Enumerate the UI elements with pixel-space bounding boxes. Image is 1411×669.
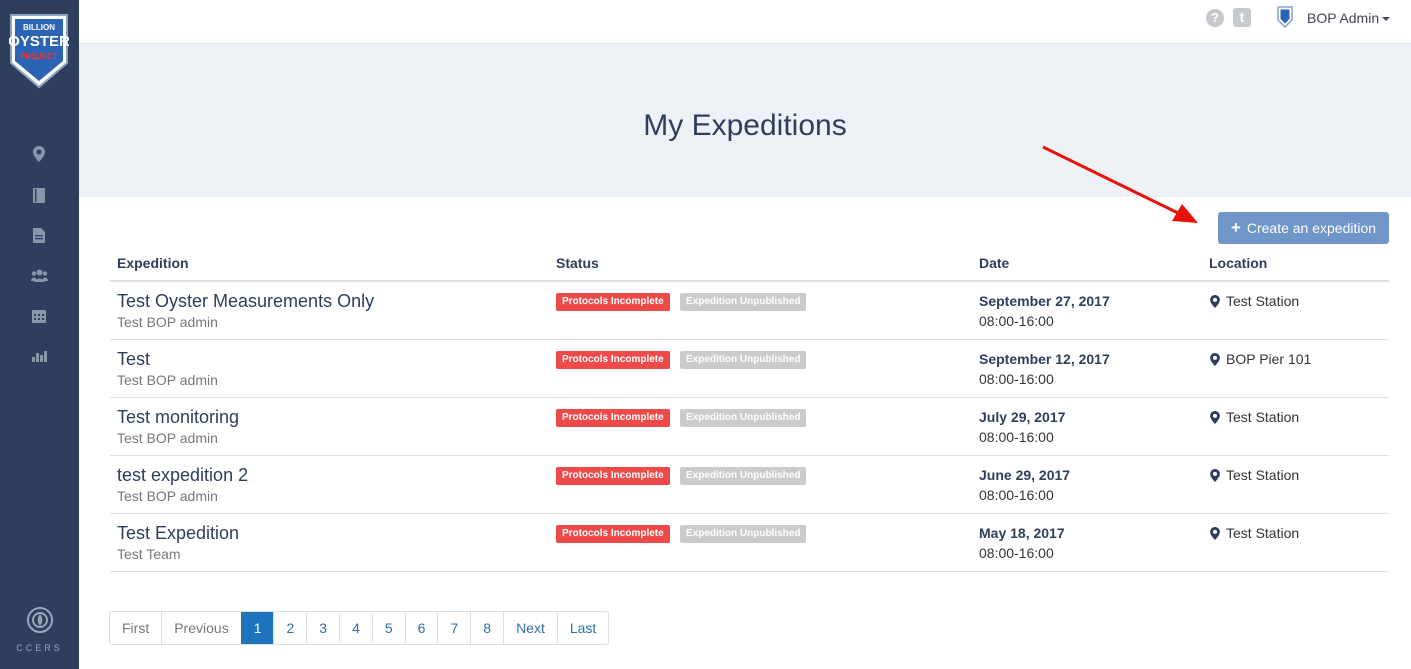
table-header: Expedition Status Date Location <box>110 244 1389 282</box>
status-badge-protocols: Protocols Incomplete <box>556 293 670 311</box>
status-badge-protocols: Protocols Incomplete <box>556 351 670 369</box>
header-date: Date <box>979 255 1010 271</box>
header-location: Location <box>1209 255 1268 271</box>
status-badge-protocols: Protocols Incomplete <box>556 409 670 427</box>
pagination-last[interactable]: Last <box>556 612 608 644</box>
pagination-page-2[interactable]: 2 <box>273 612 306 644</box>
ccers-emblem-icon <box>26 607 53 633</box>
document-icon[interactable] <box>30 226 48 244</box>
ccers-label: CCERS <box>16 643 63 653</box>
user-name: BOP Admin <box>1307 10 1380 26</box>
expedition-name[interactable]: test expedition 2 <box>117 465 248 486</box>
expedition-name[interactable]: Test monitoring <box>117 407 239 428</box>
location-name: Test Station <box>1226 525 1300 541</box>
user-avatar-icon[interactable] <box>1277 6 1293 28</box>
location-name: BOP Pier 101 <box>1226 351 1312 367</box>
user-menu[interactable]: BOP Admin <box>1307 10 1391 26</box>
top-bar: ? t BOP Admin <box>79 0 1411 44</box>
book-icon[interactable] <box>30 186 48 204</box>
map-marker-icon <box>1210 468 1220 482</box>
svg-text:OYSTER: OYSTER <box>9 33 69 50</box>
expedition-name[interactable]: Test Oyster Measurements Only <box>117 291 374 312</box>
pagination-page-3[interactable]: 3 <box>306 612 339 644</box>
annotation-arrow <box>1042 145 1198 223</box>
map-marker-icon <box>1210 410 1220 424</box>
expeditions-table: Expedition Status Date Location Test Oys… <box>110 244 1389 572</box>
users-icon[interactable] <box>30 266 48 284</box>
sidebar: BILLION OYSTER PROJECT CCERS <box>0 0 79 669</box>
expedition-time: 08:00-16:00 <box>979 313 1054 329</box>
expedition-time: 08:00-16:00 <box>979 487 1054 503</box>
status-badge-unpublished: Expedition Unpublished <box>680 525 807 543</box>
svg-text:PROJECT: PROJECT <box>20 52 58 61</box>
caret-down-icon <box>1382 17 1391 22</box>
status-badge-protocols: Protocols Incomplete <box>556 467 670 485</box>
expedition-location: Test Station <box>1210 467 1299 483</box>
pagination-page-7[interactable]: 7 <box>437 612 470 644</box>
expedition-owner: Test BOP admin <box>117 372 218 388</box>
table-row[interactable]: Test Oyster Measurements Only Test BOP a… <box>110 282 1389 340</box>
location-name: Test Station <box>1226 409 1300 425</box>
status-badge-unpublished: Expedition Unpublished <box>680 351 807 369</box>
expedition-time: 08:00-16:00 <box>979 371 1054 387</box>
chart-icon[interactable] <box>30 346 48 364</box>
location-name: Test Station <box>1226 293 1300 309</box>
create-expedition-label: Create an expedition <box>1246 220 1377 236</box>
map-marker-icon <box>1210 352 1220 366</box>
pagination-next[interactable]: Next <box>503 612 557 644</box>
expedition-owner: Test BOP admin <box>117 488 218 504</box>
map-marker-icon <box>1210 526 1220 540</box>
location-name: Test Station <box>1226 467 1300 483</box>
map-marker-icon[interactable] <box>30 145 48 163</box>
table-row[interactable]: Test monitoring Test BOP admin Protocols… <box>110 398 1389 456</box>
pagination-page-8[interactable]: 8 <box>470 612 503 644</box>
status-badge-unpublished: Expedition Unpublished <box>680 467 807 485</box>
pagination-previous[interactable]: Previous <box>161 612 240 644</box>
header-expedition: Expedition <box>117 255 189 271</box>
expedition-time: 08:00-16:00 <box>979 545 1054 561</box>
expedition-owner: Test BOP admin <box>117 314 218 330</box>
page-title: My Expeditions <box>643 109 847 142</box>
page-header: My Expeditions <box>79 44 1411 197</box>
svg-text:BILLION: BILLION <box>23 23 55 32</box>
expedition-date: September 27, 2017 <box>979 293 1110 309</box>
table-row[interactable]: test expedition 2 Test BOP admin Protoco… <box>110 456 1389 514</box>
expedition-date: July 29, 2017 <box>979 409 1066 425</box>
tumblr-icon[interactable]: t <box>1233 8 1251 27</box>
expedition-owner: Test Team <box>117 546 181 562</box>
map-marker-icon <box>1210 294 1220 308</box>
pagination: First Previous 1 2 3 4 5 6 7 8 Next Last <box>109 611 610 645</box>
pagination-page-6[interactable]: 6 <box>404 612 438 644</box>
expedition-date: September 12, 2017 <box>979 351 1110 367</box>
expedition-name[interactable]: Test Expedition <box>117 523 239 544</box>
plus-icon: + <box>1230 218 1241 237</box>
status-badge-protocols: Protocols Incomplete <box>556 525 670 543</box>
table-row[interactable]: Test Test BOP admin Protocols Incomplete… <box>110 340 1389 398</box>
expedition-location: Test Station <box>1210 293 1299 309</box>
status-badge-unpublished: Expedition Unpublished <box>680 409 807 427</box>
status-badge-unpublished: Expedition Unpublished <box>680 293 807 311</box>
calendar-icon[interactable] <box>30 306 48 324</box>
expedition-owner: Test BOP admin <box>117 430 218 446</box>
pagination-page-1[interactable]: 1 <box>240 612 274 644</box>
pagination-page-4[interactable]: 4 <box>339 612 372 644</box>
expedition-location: Test Station <box>1210 525 1299 541</box>
billion-oyster-project-logo[interactable]: BILLION OYSTER PROJECT <box>9 13 69 89</box>
ccers-logo[interactable]: CCERS <box>0 606 79 653</box>
expedition-location: Test Station <box>1210 409 1299 425</box>
expedition-location: BOP Pier 101 <box>1210 351 1311 367</box>
header-status: Status <box>556 255 599 271</box>
pagination-page-5[interactable]: 5 <box>371 612 405 644</box>
expedition-date: May 18, 2017 <box>979 525 1065 541</box>
expedition-time: 08:00-16:00 <box>979 429 1054 445</box>
expedition-date: June 29, 2017 <box>979 467 1071 483</box>
create-expedition-button[interactable]: + Create an expedition <box>1218 212 1389 244</box>
help-icon[interactable]: ? <box>1206 9 1224 27</box>
table-row[interactable]: Test Expedition Test Team Protocols Inco… <box>110 514 1389 572</box>
expedition-name[interactable]: Test <box>117 349 150 370</box>
pagination-first[interactable]: First <box>110 612 161 644</box>
